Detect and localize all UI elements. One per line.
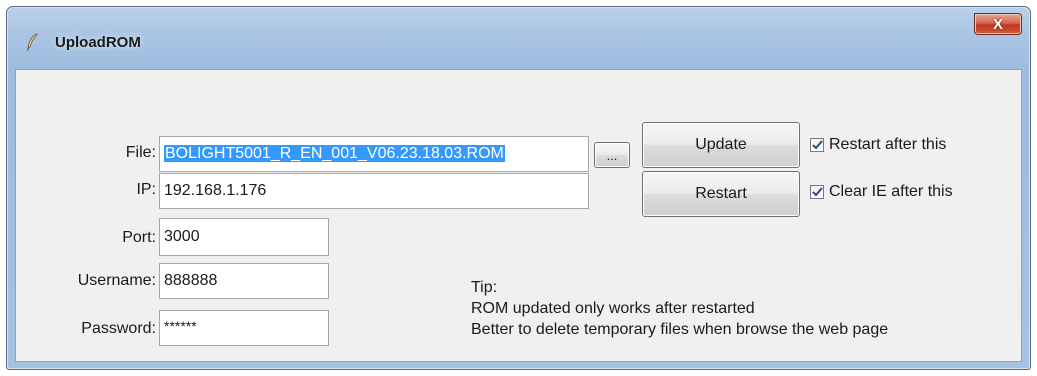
password-label: Password: bbox=[81, 320, 156, 337]
username-input[interactable]: 888888 bbox=[159, 263, 329, 299]
restart-after-label: Restart after this bbox=[829, 136, 947, 153]
port-label: Port: bbox=[122, 229, 156, 246]
port-input-value: 3000 bbox=[164, 228, 200, 245]
uploadrom-window: UploadROM X File: BOLIGHT5001_R_EN_001_V… bbox=[6, 6, 1031, 370]
file-input-value: BOLIGHT5001_R_EN_001_V06.23.18.03.ROM bbox=[164, 145, 505, 162]
tip-line-1: ROM updated only works after restarted bbox=[471, 300, 755, 317]
port-input[interactable]: 3000 bbox=[159, 218, 329, 256]
file-label: File: bbox=[125, 144, 156, 161]
password-input[interactable]: ****** bbox=[159, 310, 329, 346]
password-input-value: ****** bbox=[164, 318, 197, 334]
restart-after-checkbox[interactable] bbox=[810, 138, 824, 152]
ip-input-value: 192.168.1.176 bbox=[164, 182, 267, 199]
username-input-value: 888888 bbox=[164, 272, 218, 289]
tip-text: Tip: ROM updated only works after restar… bbox=[471, 277, 888, 340]
tip-line-2: Better to delete temporary files when br… bbox=[471, 321, 889, 338]
browse-button-label: ... bbox=[606, 147, 618, 163]
username-label: Username: bbox=[77, 272, 156, 289]
pen-feather-icon bbox=[27, 33, 38, 52]
close-button[interactable]: X bbox=[974, 13, 1022, 35]
clear-ie-option[interactable]: Clear IE after this bbox=[810, 183, 953, 201]
clear-ie-checkbox[interactable] bbox=[810, 185, 824, 199]
ip-input[interactable]: 192.168.1.176 bbox=[159, 173, 589, 209]
clear-ie-label: Clear IE after this bbox=[829, 183, 953, 200]
restart-button[interactable]: Restart bbox=[642, 171, 800, 217]
update-button-label: Update bbox=[695, 136, 747, 153]
restart-button-label: Restart bbox=[695, 185, 747, 202]
tip-heading: Tip: bbox=[471, 279, 498, 296]
window-title: UploadROM bbox=[55, 34, 141, 51]
update-button[interactable]: Update bbox=[642, 122, 800, 168]
close-icon: X bbox=[992, 15, 1003, 33]
file-input[interactable]: BOLIGHT5001_R_EN_001_V06.23.18.03.ROM bbox=[159, 136, 589, 172]
checkmark-icon bbox=[811, 140, 823, 150]
title-bar[interactable]: UploadROM X bbox=[7, 7, 1030, 69]
restart-after-option[interactable]: Restart after this bbox=[810, 136, 946, 154]
checkmark-icon bbox=[811, 187, 823, 197]
browse-button[interactable]: ... bbox=[594, 142, 630, 168]
dialog-body: File: BOLIGHT5001_R_EN_001_V06.23.18.03.… bbox=[15, 69, 1022, 362]
ip-label: IP: bbox=[136, 181, 156, 198]
